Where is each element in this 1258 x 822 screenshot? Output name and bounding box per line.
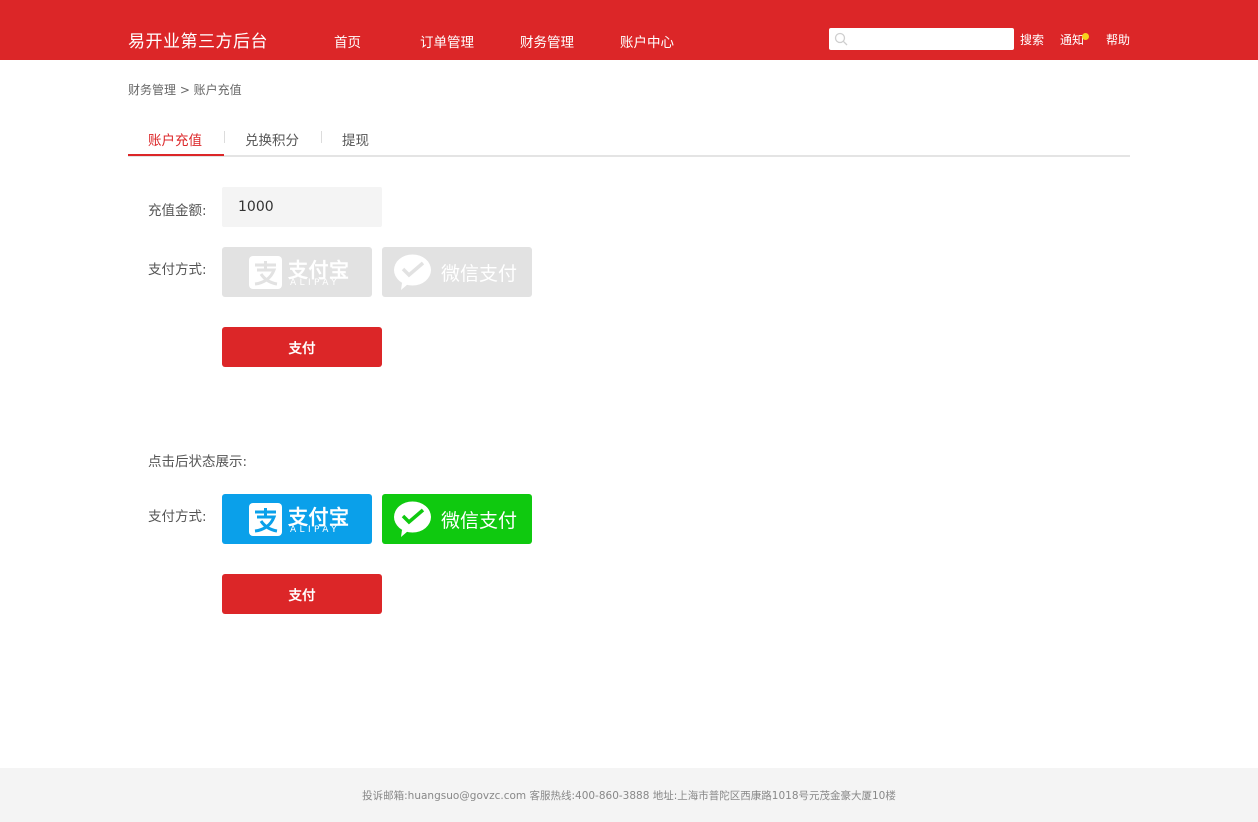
after-click-section-label: 点击后状态展示: [148,454,248,470]
nav-orders[interactable]: 订单管理 [420,31,474,51]
alipay-icon [249,503,282,536]
amount-input[interactable] [222,187,382,227]
alipay-sublabel: ALIPAY [290,525,341,535]
tab-bar: 账户充值 兑换积分 提现 [128,119,1130,157]
nav-home[interactable]: 首页 [334,31,361,51]
notify-link[interactable]: 通知 [1060,31,1084,48]
wechat-pay-option[interactable]: 微信支付 [382,247,532,297]
alipay-option[interactable]: 支付宝 ALIPAY [222,247,372,297]
payment-method-label-selected: 支付方式: [148,509,207,525]
tab-withdraw[interactable]: 提现 [342,129,369,149]
nav-account-center[interactable]: 账户中心 [620,31,674,51]
wechat-pay-label: 微信支付 [441,263,518,285]
footer-contact-info: 投诉邮箱:huangsuo@govzc.com 客服热线:400-860-388… [362,790,896,802]
alipay-option-selected[interactable]: 支付宝 ALIPAY [222,494,372,544]
notification-dot [1082,33,1089,40]
pay-button-selected-state[interactable]: 支付 [222,574,382,614]
nav-finance[interactable]: 财务管理 [520,31,574,51]
wechat-pay-icon [394,501,431,537]
pay-button[interactable]: 支付 [222,327,382,367]
tab-redeem-points[interactable]: 兑换积分 [245,129,299,149]
alipay-sublabel: ALIPAY [290,278,341,288]
active-tab-indicator [128,154,224,156]
breadcrumb: 财务管理 > 账户充值 [128,83,242,97]
help-link[interactable]: 帮助 [1106,31,1130,48]
payment-method-label: 支付方式: [148,262,207,278]
search-button[interactable]: 搜索 [1020,31,1044,48]
wechat-pay-option-selected[interactable]: 微信支付 [382,494,532,544]
wechat-pay-label: 微信支付 [441,510,518,532]
top-navbar: 易开业第三方后台 首页 订单管理 财务管理 账户中心 搜索 通知 帮助 [0,0,1258,60]
tab-account-recharge[interactable]: 账户充值 [148,129,202,149]
footer: 投诉邮箱:huangsuo@govzc.com 客服热线:400-860-388… [0,768,1258,822]
amount-label: 充值金额: [148,203,207,219]
search-icon [834,32,848,46]
brand-title: 易开业第三方后台 [128,32,268,52]
search-input[interactable] [829,28,1014,50]
tab-divider [224,131,225,143]
tab-divider [321,131,322,143]
wechat-pay-icon [394,254,431,290]
alipay-icon [249,256,282,289]
